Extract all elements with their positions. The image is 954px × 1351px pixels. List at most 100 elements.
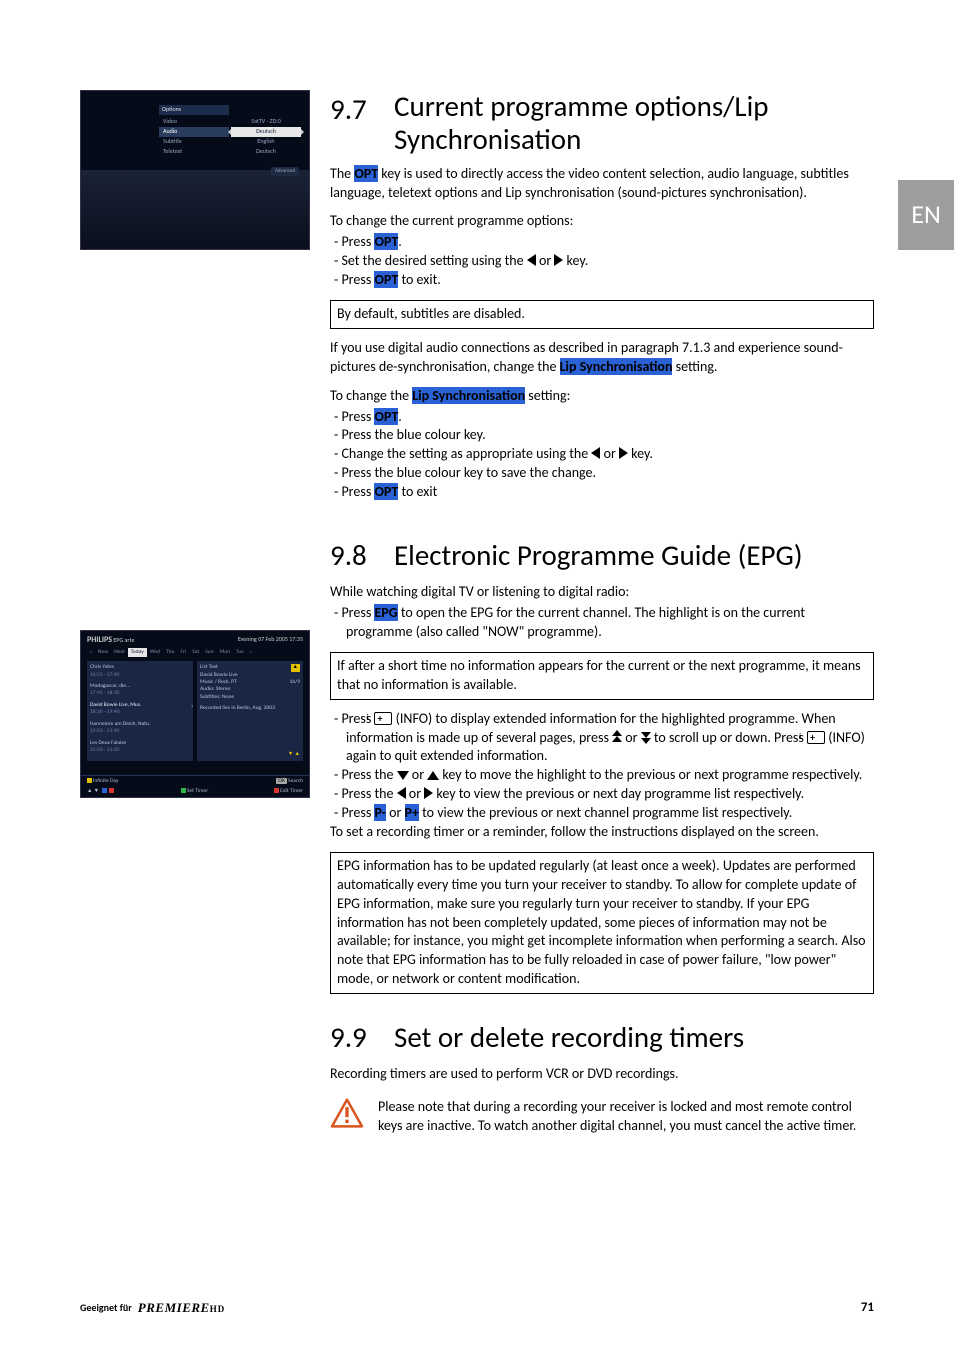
ss2-foot-label: Search: [288, 778, 303, 784]
ss2-tab: Thu: [163, 648, 177, 657]
heading-title: Current programme options/Lip Synchronis…: [394, 90, 874, 157]
page-footer: Geeignet für PREMIEREHD 71: [80, 1299, 874, 1317]
list-item: Press the blue colour key.: [334, 426, 874, 445]
ss2-brand: PHILIPS: [87, 635, 112, 645]
ss2-tab: Wed: [147, 648, 163, 657]
ss2-item-time: 18:30 - 19:40: [90, 709, 190, 716]
heading-number: 9.7: [330, 90, 376, 157]
ss2-right-sub: Audio: Stereo: [200, 686, 300, 693]
options-screenshot: Options Video Audio Subtitle Teletext Sa…: [80, 90, 310, 250]
ss2-detail-pane: › List Text▲ David Bowie Live Music / Ro…: [197, 661, 303, 761]
ss2-tab-active: Today: [128, 648, 147, 657]
section-heading: 9.9 Set or delete recording timers: [330, 1018, 874, 1057]
ss2-tab: Next: [111, 648, 127, 657]
bullet-list: Press (INFO) to display extended informa…: [330, 710, 874, 823]
section-9-7: 9.7 Current programme options/Lip Synchr…: [330, 90, 874, 502]
paragraph: To set a recording timer or a reminder, …: [330, 823, 874, 842]
ss2-item-title: Hannelore am Deich, Natu.: [90, 721, 190, 728]
ss2-tabs: ‹ Now Next Today Wed Thu Fri Sat Sun Mon…: [87, 648, 303, 657]
right-arrow-icon: [424, 787, 433, 799]
ss2-tab: Fri: [178, 648, 190, 657]
ss2-item-title: Les Deux Falaise: [90, 740, 190, 747]
main-content: 9.7 Current programme options/Lip Synchr…: [330, 90, 874, 1146]
ss2-foot-label: Infinite Day: [93, 778, 118, 784]
paragraph: To change the Lip Synchronisation settin…: [330, 387, 874, 406]
ss1-menu-item: Subtitle: [159, 137, 229, 147]
section-9-9: 9.9 Set or delete recording timers Recor…: [330, 1018, 874, 1146]
bullet-list: Press EPG to open the EPG for the curren…: [330, 604, 874, 642]
ss2-foot-label: Set Timer: [187, 788, 208, 794]
paragraph: Recording timers are used to perform VCR…: [330, 1065, 874, 1084]
note-box: EPG information has to be updated regula…: [330, 852, 874, 994]
info-icon: [807, 731, 825, 744]
ss2-tab: Now: [95, 648, 111, 657]
ss2-right-sub: Subtitles: None: [200, 694, 300, 701]
ss1-value: English: [231, 137, 301, 147]
ss2-item-time: 16:55 - 17:40: [90, 672, 190, 679]
ss2-item-time: 21:50 - 23:20: [90, 747, 190, 754]
warning-icon: [330, 1098, 364, 1134]
ss2-footer: Infinite Day OK Search ▲ ▼ Set Timer Edi…: [81, 775, 309, 797]
info-icon: [374, 712, 392, 725]
double-down-icon: [641, 732, 651, 744]
ss2-item-title: Chris Yates: [90, 664, 190, 671]
bullet-list: Press OPT. Press the blue colour key. Ch…: [330, 408, 874, 502]
bullet-list: Press OPT. Set the desired setting using…: [330, 233, 874, 290]
footer-hd: HD: [210, 1304, 226, 1314]
ss1-advanced: Advanced: [271, 167, 299, 176]
heading-number: 9.9: [330, 1018, 376, 1057]
footer-text: Geeignet für: [80, 1301, 132, 1315]
ss2-foot-label: Edit Timer: [280, 788, 303, 794]
ss1-value: SatTV - ZD:0: [231, 117, 301, 127]
ss2-epg: EPG: [113, 636, 123, 644]
list-item: Press P- or P+ to view the previous or n…: [334, 804, 874, 823]
ss1-value-selected: Deutsch: [231, 127, 301, 137]
ss2-item-title: David Bowie Live, Mus.: [90, 702, 190, 709]
ss2-tab: Sun: [202, 648, 216, 657]
section-heading: 9.7 Current programme options/Lip Synchr…: [330, 90, 874, 157]
double-up-icon: [612, 732, 622, 744]
ss2-ch: arte: [125, 636, 135, 644]
ss2-datetime: Evening 07 Feb 2005 17:35: [238, 635, 303, 646]
ss2-item-title: Madagascar, die...: [90, 683, 190, 690]
list-item: Press OPT.: [334, 233, 874, 252]
paragraph: If you use digital audio connections as …: [330, 339, 874, 377]
up-arrow-icon: [427, 771, 439, 780]
ss2-rating: 16/9: [290, 679, 301, 686]
ss1-menu-item: Teletext: [159, 147, 229, 157]
list-item: Press OPT.: [334, 408, 874, 427]
ss2-tab: Tue: [233, 648, 247, 657]
ss1-title: Options: [159, 105, 229, 115]
ss2-programme-list: Chris Yates16:55 - 17:40 Madagascar, die…: [87, 661, 193, 761]
section-heading: 9.8 Electronic Programme Guide (EPG): [330, 536, 874, 575]
list-item: Press OPT to exit: [334, 483, 874, 502]
list-item: Press the or key to view the previous or…: [334, 785, 874, 804]
page-number: 71: [861, 1299, 874, 1317]
list-item: Press the or key to move the highlight t…: [334, 766, 874, 785]
ss1-menu-item: Video: [159, 117, 229, 127]
ss2-right-title: David Bowie Live: [200, 672, 300, 679]
heading-number: 9.8: [330, 536, 376, 575]
list-item: Press OPT to exit.: [334, 271, 874, 290]
warning-row: Please note that during a recording your…: [330, 1098, 874, 1146]
language-tab: EN: [898, 180, 954, 250]
section-9-8: 9.8 Electronic Programme Guide (EPG) Whi…: [330, 536, 874, 994]
list-item: Set the desired setting using the or key…: [334, 252, 874, 271]
list-item: Press the blue colour key to save the ch…: [334, 464, 874, 483]
left-arrow-icon: [397, 787, 406, 799]
paragraph: While watching digital TV or listening t…: [330, 583, 874, 602]
left-arrow-icon: [527, 254, 536, 266]
right-arrow-icon: [619, 447, 628, 459]
paragraph: To change the current programme options:: [330, 212, 874, 231]
heading-title: Set or delete recording timers: [394, 1018, 744, 1057]
footer-brand: PREMIERE: [138, 1300, 210, 1315]
note-box: If after a short time no information app…: [330, 652, 874, 700]
ss1-value: Deutsch: [231, 147, 301, 157]
ss1-menu-item: Audio: [159, 127, 229, 137]
ss2-right-sub: Music / Rock, PT: [200, 679, 237, 686]
ss2-right-tabs: List Text: [200, 664, 218, 671]
ss2-item-time: 19:50 - 21:40: [90, 728, 190, 735]
heading-title: Electronic Programme Guide (EPG): [394, 536, 803, 575]
warning-text: Please note that during a recording your…: [378, 1098, 874, 1136]
paragraph: The OPT key is used to directly access t…: [330, 165, 874, 203]
